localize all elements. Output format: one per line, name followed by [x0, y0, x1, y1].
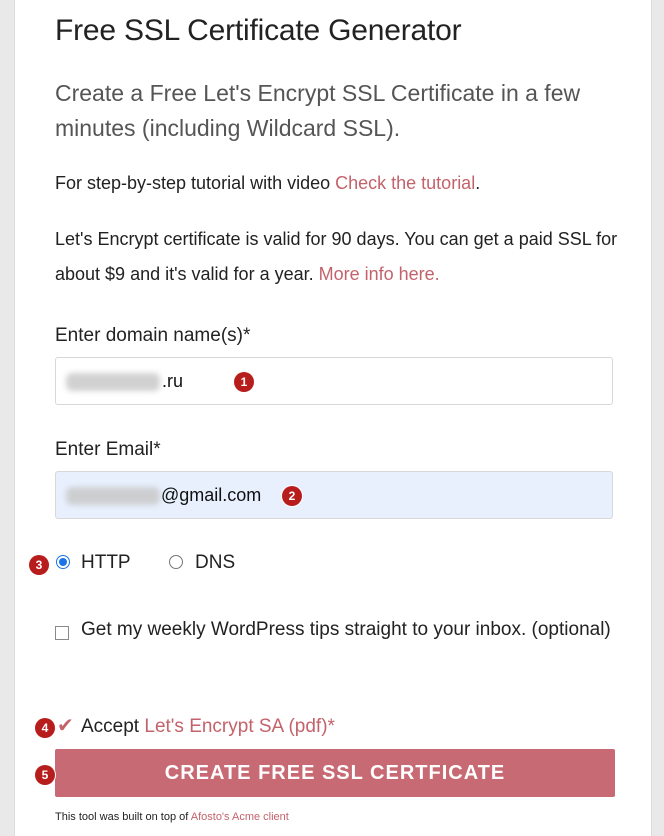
tutorial-paragraph: For step-by-step tutorial with video Che…	[55, 166, 625, 201]
create-certificate-button[interactable]: CREATE FREE SSL CERTFICATE	[55, 749, 615, 797]
marker-1: 1	[234, 372, 254, 392]
email-label: Enter Email*	[55, 439, 161, 460]
radio-dns-label[interactable]: DNS	[195, 552, 235, 574]
domain-label: Enter domain name(s)*	[55, 325, 251, 346]
footer-note: This tool was built on top of Afosto's A…	[55, 811, 289, 823]
wp-tips-checkbox[interactable]	[55, 626, 69, 640]
wp-tips-label: Get my weekly WordPress tips straight to…	[81, 619, 611, 640]
radio-http[interactable]	[56, 555, 70, 569]
radio-dns[interactable]	[169, 555, 183, 569]
lets-encrypt-sa-link[interactable]: Let's Encrypt SA (pdf)*	[144, 716, 335, 737]
redacted-email	[66, 487, 160, 505]
footer-text: This tool was built on top of	[55, 811, 191, 823]
radio-http-label[interactable]: HTTP	[81, 552, 131, 574]
marker-2: 2	[282, 486, 302, 506]
marker-3: 3	[29, 555, 49, 575]
domain-value: .ru	[162, 371, 184, 391]
email-value: @gmail.com	[161, 485, 262, 505]
marker-4: 4	[35, 718, 55, 738]
redacted-domain	[66, 373, 160, 391]
domain-input[interactable]: .ru	[55, 357, 613, 405]
accept-prefix: Accept	[81, 716, 145, 737]
acme-client-link[interactable]: Afosto's Acme client	[191, 811, 289, 823]
accept-checkbox-check-icon[interactable]: ✔	[57, 716, 74, 736]
page-title: Free SSL Certificate Generator	[55, 14, 462, 47]
accept-terms: Accept Let's Encrypt SA (pdf)*	[81, 716, 335, 738]
validity-paragraph: Let's Encrypt certificate is valid for 9…	[55, 222, 625, 292]
marker-5: 5	[35, 765, 55, 785]
email-input[interactable]: @gmail.com	[55, 471, 613, 519]
page-subtitle: Create a Free Let's Encrypt SSL Certific…	[55, 80, 581, 141]
more-info-link[interactable]: More info here.	[319, 264, 440, 284]
tutorial-link[interactable]: Check the tutorial	[335, 173, 475, 193]
tutorial-end: .	[475, 173, 481, 193]
tutorial-text: For step-by-step tutorial with video	[55, 173, 336, 193]
